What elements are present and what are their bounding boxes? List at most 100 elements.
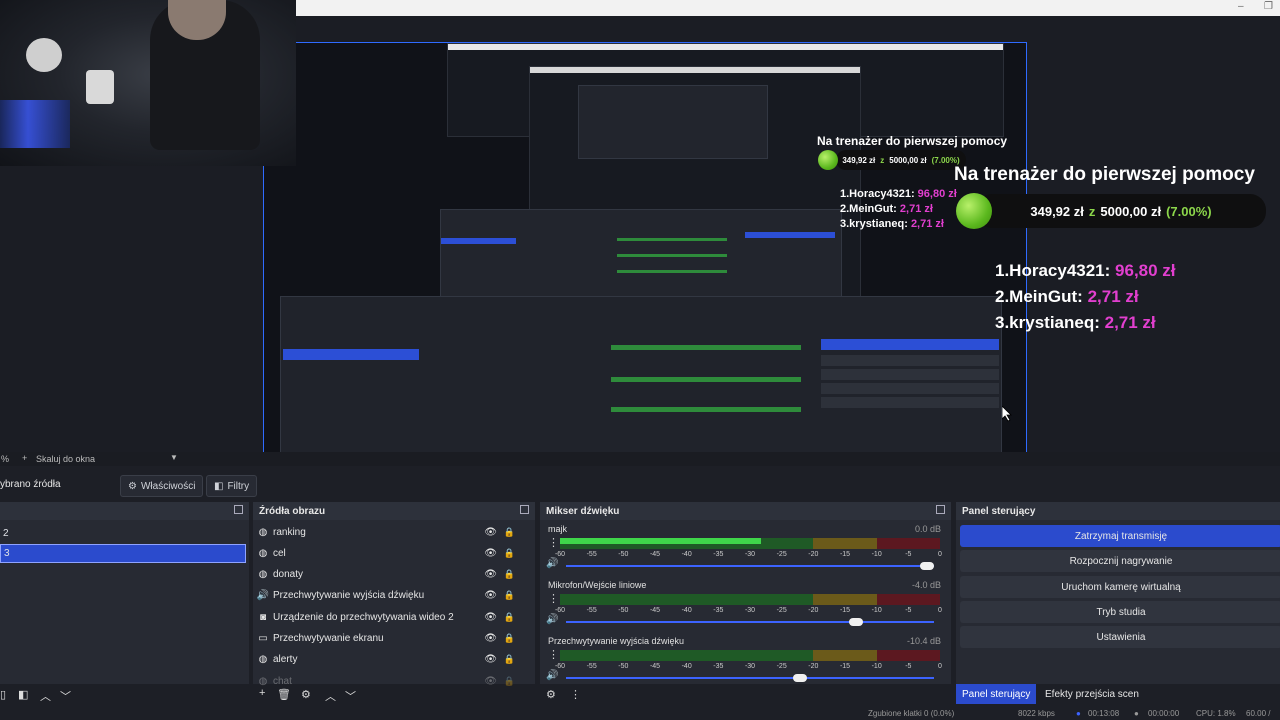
sources-dock-header: Źródła obrazu [253,502,535,520]
tick-label: -5 [905,607,912,614]
scene-item[interactable]: 2 [0,524,246,543]
globe-icon: ◍ [258,547,268,559]
donation-title-nested: Na trenażer do pierwszej pomocy [817,134,1008,148]
properties-button[interactable]: ⚙ Właściwości [120,475,204,497]
tab-scene-transitions[interactable]: Efekty przejścia scen [1039,684,1145,704]
volume-meter [560,538,940,549]
slider-knob[interactable] [792,674,807,682]
lock-icon[interactable]: 🔒 [504,633,515,644]
menu-dots-icon[interactable]: ⋮ [548,592,559,605]
tick-label: -15 [839,607,851,614]
popout-icon[interactable] [520,505,529,514]
speaker-icon[interactable]: 🔊 [546,614,558,625]
eye-icon[interactable]: 👁 [484,633,497,644]
menu-dots-icon[interactable]: ⋮ [548,648,559,661]
popout-icon[interactable] [936,505,945,514]
source-item[interactable]: ◍ donaty 👁 🔒 [253,565,525,585]
chevron-down-icon[interactable]: ▼ [170,453,178,462]
speaker-icon[interactable]: 🔊 [546,670,558,681]
eye-icon[interactable]: 👁 [484,590,497,601]
source-label: cel [273,547,286,559]
start-recording-button[interactable]: Rozpocznij nagrywanie [960,550,1280,572]
eye-icon[interactable]: 👁 [484,548,497,559]
filter-icon[interactable]: ◧ [18,688,28,701]
source-item[interactable]: ▭ Przechwytywanie ekranu 👁 🔒 [253,629,525,649]
source-label: Przechwytywanie wyjścia dźwięku [273,590,425,602]
speaker-icon[interactable]: 🔊 [546,558,558,569]
tick-label: -10 [871,663,882,670]
ranking-row-2: 2.MeinGut: 2,71 zł [995,287,1139,306]
bitrate: 8022 kbps [1018,709,1055,718]
source-label: ranking [273,526,306,538]
channel-db: 0.0 dB [914,524,941,534]
mixer-toolbar: ⚙ ⋮ [540,686,951,704]
stop-streaming-button[interactable]: Zatrzymaj transmisję [960,525,1280,547]
source-item[interactable]: ◍ ranking 👁 🔒 [253,522,525,542]
filter-icon: ◧ [214,480,224,492]
eye-icon[interactable]: 👁 [484,569,497,580]
tab-controls[interactable]: Panel sterujący [956,684,1037,704]
lock-icon[interactable]: 🔒 [504,569,515,580]
volume-slider[interactable] [566,618,934,626]
gear-icon: ⚙ [128,480,137,492]
menu-dots-icon[interactable]: ⋮ [548,536,559,549]
eye-icon[interactable]: 👁 [484,676,497,687]
lock-icon[interactable]: 🔒 [504,590,515,601]
slider-knob[interactable] [849,618,864,626]
channel-name: Przechwytywanie wyjścia dźwięku [548,636,685,646]
source-item[interactable]: ◙ Urządzenie do przechwytywania wideo 2 👁 🔒 [253,607,525,627]
sources-toolbar: + 🗑 ⚙ ︿ ﹀ [253,686,535,704]
tick-label: -10 [871,607,882,614]
settings-button[interactable]: Ustawienia [960,626,1280,648]
lock-icon[interactable]: 🔒 [504,548,515,559]
tick-label: -50 [618,551,629,558]
source-item[interactable]: 🔊 Przechwytywanie wyjścia dźwięku 👁 🔒 [253,586,525,606]
start-virtual-camera-button[interactable]: Uruchom kamerę wirtualną [960,576,1280,598]
studio-mode-button[interactable]: Tryb studia [960,601,1280,623]
scale-select[interactable]: Skaluj do okna [36,454,95,464]
tick-label: -45 [649,663,661,670]
eye-icon[interactable]: 👁 [484,527,497,538]
fps: 60.00 / [1246,709,1271,718]
slider-knob[interactable] [920,562,934,570]
source-item[interactable]: ◍ alerty 👁 🔒 [253,650,525,670]
popout-icon[interactable] [234,505,243,514]
zoom-percent: % [1,454,10,464]
lock-icon[interactable]: 🔒 [504,676,515,687]
source-item[interactable]: ◍ cel 👁 🔒 [253,543,525,563]
volume-slider[interactable] [566,674,934,682]
chevron-up-icon[interactable]: ︿ [40,688,51,704]
camera-icon: ◙ [259,611,267,623]
tick-label: -30 [744,663,756,670]
lock-icon[interactable]: 🔒 [504,527,515,538]
source-label: alerty [273,654,298,666]
chevron-up-icon[interactable]: ︿ [325,688,336,704]
scene-item-selected[interactable]: 3 [0,544,246,563]
tick-label: -20 [808,607,819,614]
menu-dots-icon[interactable]: ⋮ [570,688,581,701]
gear-icon[interactable]: ⚙ [301,688,311,701]
eye-icon[interactable]: 👁 [484,654,497,665]
lock-icon[interactable]: 🔒 [504,654,515,665]
tick-label: 0 [938,607,942,614]
lock-icon[interactable]: 🔒 [504,612,515,623]
tick-label: -55 [586,551,597,558]
gear-icon[interactable]: ⚙ [546,688,556,701]
add-icon[interactable]: + [259,687,265,699]
minimize-icon[interactable]: – [1238,1,1244,12]
trash-icon[interactable]: 🗑 [277,688,291,701]
filters-button[interactable]: ◧ Filtry [206,475,258,497]
donation-progress-pill: 349,92 zł z 5000,00 zł (7.00%) [976,194,1266,228]
tick-label: -40 [681,551,692,558]
volume-slider[interactable] [566,562,934,570]
chevron-down-icon[interactable]: ﹀ [345,688,356,704]
remove-icon[interactable]: ▯ [0,688,6,701]
chevron-down-icon[interactable]: ﹀ [60,688,71,704]
mixer-dock: Mikser dźwięku majk 0.0 dB ⋮ -60 -55 -50 -45 -4… [540,502,951,684]
restore-icon[interactable]: ❐ [1264,1,1273,12]
meter-scale: -60 -55 -50 -45 -40 -35 -30 -25 -20 -15 -10 -5 0 [555,663,942,671]
canvas-frame[interactable] [263,42,1027,454]
tick-label: -5 [905,663,912,670]
eye-icon[interactable]: 👁 [484,612,497,623]
scenes-toolbar: ▯ ◧ ︿ ﹀ [0,686,249,704]
